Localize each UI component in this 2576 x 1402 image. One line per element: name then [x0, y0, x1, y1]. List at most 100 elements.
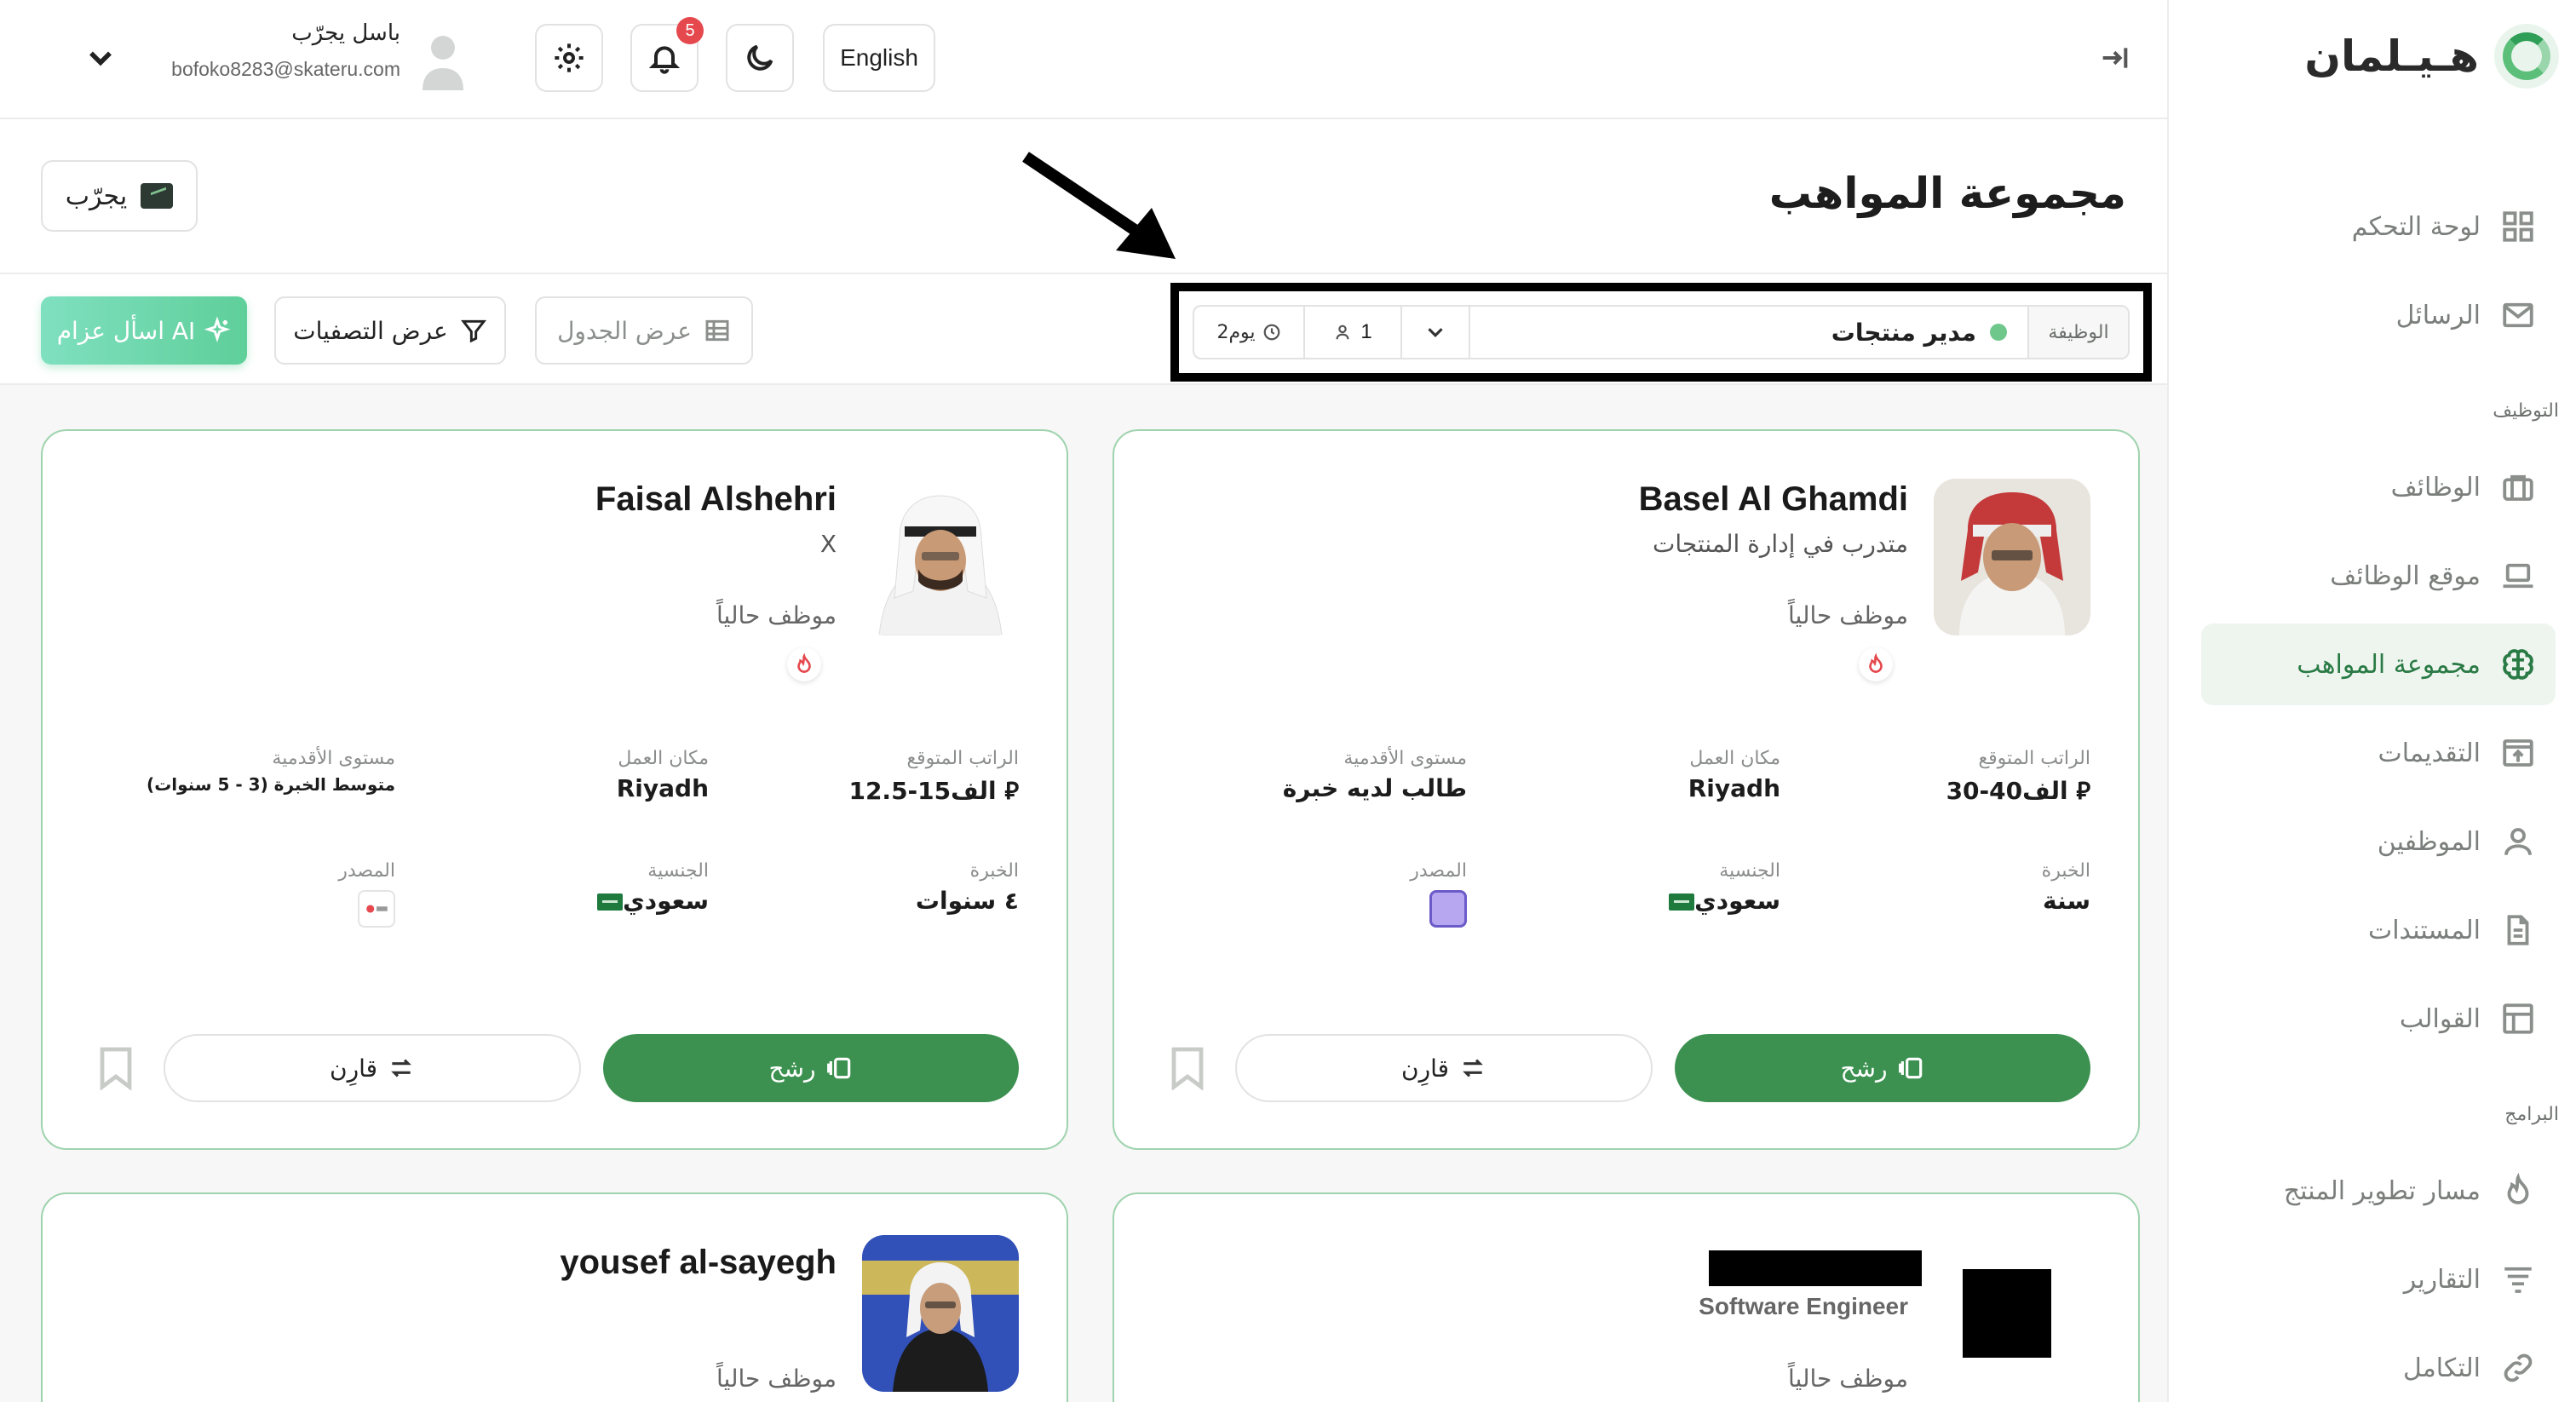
sidebar-item-product-track[interactable]: مسار تطوير المنتج	[2201, 1150, 2556, 1232]
candidate-card[interactable]: Faisal Alshehri X موظف حالياً الراتب الم…	[41, 429, 1068, 1150]
employment-status: موظف حالياً	[716, 1365, 837, 1393]
dashboard-icon	[2499, 208, 2537, 245]
chevron-down-icon[interactable]	[1400, 307, 1470, 358]
sidebar-item-label: القوالب	[2399, 1003, 2481, 1034]
expected-salary: الراتب المتوقع 12.5-15الف ⃁	[848, 748, 1019, 806]
sidebar-item-applications[interactable]: التقديمات	[2201, 712, 2556, 794]
candidate-title: متدرب في إدارة المنتجات	[1652, 530, 1908, 558]
sidebar-item-messages[interactable]: الرسائل	[2201, 274, 2556, 356]
sidebar-item-career-site[interactable]: موقع الوظائف	[2201, 535, 2556, 617]
compare-arrows-icon	[391, 1059, 411, 1077]
annotation-arrow-icon	[1022, 152, 1176, 259]
work-location: مكان العمل Riyadh	[1688, 748, 1780, 802]
applicants-count: 1	[1303, 307, 1400, 358]
candidate-name[interactable]: Faisal Alshehri	[595, 480, 837, 519]
candidate-name[interactable]: yousef al-sayegh	[560, 1244, 837, 1282]
field-label: الجنسية	[647, 860, 709, 882]
chevron-down-icon[interactable]	[82, 39, 119, 77]
compare-button[interactable]: قارِن	[1235, 1034, 1653, 1102]
sidebar-item-label: الرسائل	[2395, 300, 2481, 330]
nominate-icon	[1898, 1057, 1922, 1079]
settings-button[interactable]	[535, 24, 603, 92]
field-label: الراتب المتوقع	[906, 748, 1019, 769]
sidebar-item-talent-pool[interactable]: مجموعة المواهب	[2201, 623, 2556, 705]
upload-icon	[2499, 734, 2537, 772]
page-title: مجموعة المواهب	[1768, 169, 2126, 218]
table-icon	[705, 319, 729, 342]
field-value: 12.5-15الف ⃁	[848, 774, 1019, 806]
bookmark-icon[interactable]	[1170, 1046, 1205, 1091]
field-label: الجنسية	[1719, 860, 1780, 882]
nominate-button[interactable]: رشح	[603, 1034, 1019, 1102]
field-label: مكان العمل	[1689, 748, 1780, 769]
toolbar: الوظيفة مدير منتجات 1 2يوم عرض الجدول عر…	[0, 274, 2167, 385]
candidate-title: Software Engineer	[1699, 1293, 1908, 1319]
notification-badge: 5	[676, 17, 704, 44]
sidebar-item-employees[interactable]: الموظفين	[2201, 801, 2556, 882]
notifications-button[interactable]: 5	[630, 17, 704, 92]
sidebar-item-integrations[interactable]: التكامل	[2201, 1327, 2556, 1402]
flame-icon	[1859, 647, 1893, 681]
laptop-icon	[2499, 557, 2537, 595]
candidate-photo	[1963, 1269, 2051, 1358]
nominate-icon	[826, 1057, 850, 1079]
candidate-photo	[1934, 479, 2090, 635]
experience: الخبرة ٤ سنوات	[916, 860, 1019, 915]
briefcase-icon	[2499, 468, 2537, 506]
candidate-name[interactable]: Basel Al Ghamdi	[1639, 480, 1908, 519]
section-hiring: التوظيف	[2493, 400, 2559, 422]
candidate-card[interactable]: yousef al-sayegh موظف حالياً	[41, 1192, 1068, 1402]
field-label: مستوى الأقدمية	[272, 748, 395, 769]
sidebar-item-reports[interactable]: التقارير	[2201, 1238, 2556, 1320]
nominate-button[interactable]: رشح	[1675, 1034, 2090, 1102]
compare-button[interactable]: قارِن	[164, 1034, 581, 1102]
user-email: bofoko8283@skateru.com	[171, 58, 400, 80]
saudi-flag-icon	[597, 893, 624, 911]
nationality: الجنسية سعودي	[1660, 860, 1780, 915]
riyal-icon: ⃁	[2067, 777, 2090, 805]
job-selector[interactable]: الوظيفة مدير منتجات 1 2يوم	[1193, 305, 2130, 359]
field-value: ٤ سنوات	[915, 887, 1019, 915]
theme-toggle-button[interactable]	[726, 24, 794, 92]
sidebar-item-documents[interactable]: المستندات	[2201, 889, 2556, 971]
gear-icon	[555, 43, 584, 72]
source-logo-icon	[1429, 890, 1467, 928]
bookmark-icon[interactable]	[99, 1046, 133, 1091]
brand[interactable]: هـيـلمان	[2304, 24, 2559, 89]
avatar[interactable]	[419, 31, 467, 92]
company-switch-button[interactable]: يجرّب	[41, 160, 198, 232]
collapse-sidebar-icon[interactable]	[2097, 41, 2131, 75]
company-logo-icon	[141, 183, 174, 209]
user-name: باسل يجرّب	[291, 20, 400, 46]
ask-ai-button[interactable]: اسأل عزام AI	[41, 296, 247, 365]
sidebar-item-label: الموظفين	[2377, 826, 2481, 857]
candidate-card[interactable]: Software Engineer موظف حالياً	[1113, 1192, 2140, 1402]
table-view-label: عرض الجدول	[557, 316, 692, 345]
sidebar-item-templates[interactable]: القوالب	[2201, 978, 2556, 1060]
nationality: الجنسية سعودي	[589, 860, 709, 915]
flame-icon	[787, 647, 821, 681]
company-name: يجرّب	[65, 181, 128, 211]
seniority-level: مستوى الأقدمية طالب لديه خبرة	[1283, 748, 1467, 802]
source: المصدر	[338, 860, 395, 929]
candidate-title: X	[819, 530, 837, 558]
field-value: Riyadh	[616, 774, 709, 802]
section-programs: البرامج	[2504, 1104, 2559, 1125]
field-label: مستوى الأقدمية	[1343, 748, 1467, 769]
sidebar-item-jobs[interactable]: الوظائف	[2201, 446, 2556, 528]
sidebar-item-label: موقع الوظائف	[2330, 560, 2481, 591]
table-view-button[interactable]: عرض الجدول	[535, 296, 753, 365]
selected-job-title: مدير منتجات	[1831, 318, 1976, 347]
brand-logo-icon	[2494, 24, 2559, 89]
sidebar-item-dashboard[interactable]: لوحة التحكم	[2201, 186, 2556, 267]
candidate-card[interactable]: Basel Al Ghamdi متدرب في إدارة المنتجات …	[1113, 429, 2140, 1150]
compare-label: قارِن	[330, 1054, 377, 1083]
field-value: متوسط الخبرة (3 - 5 سنوات)	[147, 774, 395, 795]
compare-label: قارِن	[1401, 1054, 1449, 1083]
filters-button[interactable]: عرض التصفيات	[274, 296, 506, 365]
riyal-icon: ⃁	[996, 777, 1019, 805]
experience: الخبرة سنة	[2042, 860, 2090, 915]
applicants-count-value: 1	[1360, 320, 1372, 343]
language-button[interactable]: English	[823, 24, 935, 92]
nominate-label: رشح	[1840, 1054, 1888, 1083]
